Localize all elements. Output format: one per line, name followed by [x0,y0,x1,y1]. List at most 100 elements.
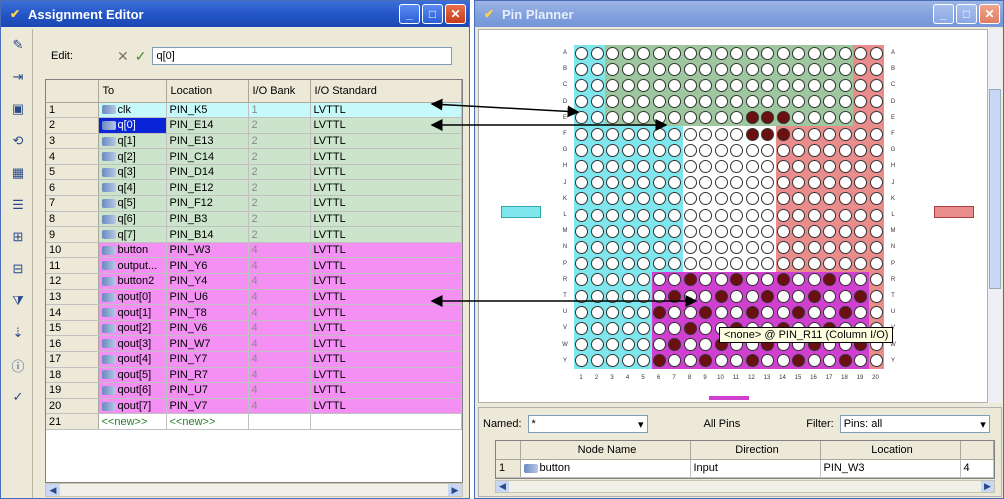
pin-pad[interactable] [869,257,883,271]
pin-pad[interactable] [838,257,852,271]
node-hscrollbar[interactable]: ◀ ▶ [495,480,995,493]
pin-pad[interactable] [652,159,666,173]
pin-pad[interactable] [869,95,883,109]
filter-combo[interactable]: Pins: all ▾ [839,415,990,433]
pin-pad[interactable] [776,305,790,319]
to-cell[interactable]: q[1] [98,133,167,150]
pin-pad[interactable] [823,224,836,238]
io-bank-cell[interactable]: 2 [248,195,311,212]
pin-pad[interactable] [745,305,759,319]
maximize-button[interactable]: □ [422,4,443,24]
pin-pad[interactable] [807,111,821,125]
pin-pad[interactable] [575,176,588,190]
pin-pad[interactable] [575,224,588,238]
pin-pad[interactable] [606,224,619,238]
row-number[interactable]: 6 [46,179,99,197]
pin-pad[interactable] [621,289,635,303]
io-bank-cell[interactable]: 2 [248,117,311,134]
row-number[interactable]: 7 [46,195,99,212]
pin-pad[interactable] [838,127,852,141]
pin-pad[interactable] [652,289,666,303]
pin-pad[interactable] [854,127,867,141]
assignment-hscrollbar[interactable]: ◀ ▶ [45,483,463,497]
pin-pad[interactable] [730,127,743,141]
location-cell[interactable]: PIN_Y4 [166,273,249,290]
location-cell[interactable]: PIN_V7 [166,398,249,415]
pin-pad[interactable] [869,78,883,92]
chip-icon[interactable]: ▣ [5,96,31,122]
pin-pad[interactable] [792,143,805,157]
pin-pad[interactable] [683,240,697,254]
pin-pad[interactable] [761,305,774,319]
pin-pad[interactable] [776,224,790,238]
to-cell[interactable]: q[3] [98,164,167,181]
info-icon[interactable]: ⓘ [5,352,31,378]
pin-pad[interactable] [699,46,712,60]
io-standard-cell[interactable] [310,413,462,430]
pin-pad[interactable] [807,159,821,173]
pin-planner-vscrollbar[interactable] [988,29,1002,403]
io-bank-cell[interactable]: 4 [248,382,311,399]
pin-pad[interactable] [869,305,883,319]
pin-pad[interactable] [776,176,790,190]
io-bank-cell[interactable]: 4 [248,273,311,290]
pin-pad[interactable] [699,321,712,335]
to-cell[interactable]: qout[6] [98,382,167,399]
column-header-location[interactable]: Location [166,80,249,103]
pin-pad[interactable] [699,338,712,352]
location-cell[interactable]: <<new>> [166,413,249,430]
to-cell[interactable]: button2 [98,273,167,290]
pin-pad[interactable] [730,46,743,60]
pin-pad[interactable] [606,159,619,173]
io-standard-cell[interactable]: LVTTL [310,320,462,337]
pin-pad[interactable] [668,338,681,352]
pin-pad[interactable] [652,208,666,222]
pin-pad[interactable] [606,95,619,109]
pin-pad[interactable] [807,354,821,368]
pin-pad[interactable] [590,46,604,60]
pin-pad[interactable] [869,192,883,206]
pin-pad[interactable] [590,127,604,141]
pin-pad[interactable] [621,62,635,76]
pin-pad[interactable] [683,176,697,190]
pin-pad[interactable] [621,224,635,238]
pin-pad[interactable] [823,240,836,254]
pin-pad[interactable] [683,208,697,222]
row-number[interactable]: 16 [46,335,99,352]
pin-pad[interactable] [575,46,588,60]
pin-pad[interactable] [683,289,697,303]
pin-pad[interactable] [699,224,712,238]
pin-pad[interactable] [807,224,821,238]
io-standard-cell[interactable]: LVTTL [310,398,462,415]
table-row[interactable]: 14 qout[1] PIN_T8 4 LVTTL [46,304,462,321]
pin-pad[interactable] [590,62,604,76]
to-cell[interactable]: output... [98,257,167,275]
pin-pad[interactable] [621,176,635,190]
pin-pad[interactable] [730,143,743,157]
pin-pad[interactable] [838,289,852,303]
pin-pad[interactable] [761,240,774,254]
pin-pad[interactable] [668,305,681,319]
pin-assign-icon[interactable]: ⇥ [5,64,31,90]
location-cell[interactable]: PIN_F12 [166,195,249,212]
rows-icon[interactable]: ☰ [5,192,31,218]
pin-pad[interactable] [652,176,666,190]
location-cell[interactable]: PIN_K5 [166,102,249,119]
pin-pad[interactable] [745,273,759,287]
pin-pad[interactable] [637,78,650,92]
pin-pad[interactable] [792,257,805,271]
pin-pad[interactable] [683,143,697,157]
table-row[interactable]: 6 q[4] PIN_E12 2 LVTTL [46,179,462,197]
io-standard-cell[interactable]: LVTTL [310,367,462,384]
pin-pad[interactable] [652,78,666,92]
pin-pad[interactable] [621,321,635,335]
io-bank-cell[interactable]: 4 [248,242,311,259]
table-row[interactable]: 7 q[5] PIN_F12 2 LVTTL [46,195,462,212]
io-standard-cell[interactable]: LVTTL [310,335,462,352]
pin-pad[interactable] [699,240,712,254]
table-row[interactable]: 4 q[2] PIN_C14 2 LVTTL [46,148,462,165]
pin-pad[interactable] [590,305,604,319]
pin-pad[interactable] [590,354,604,368]
pin-pad[interactable] [761,176,774,190]
pin-pad[interactable] [854,78,867,92]
